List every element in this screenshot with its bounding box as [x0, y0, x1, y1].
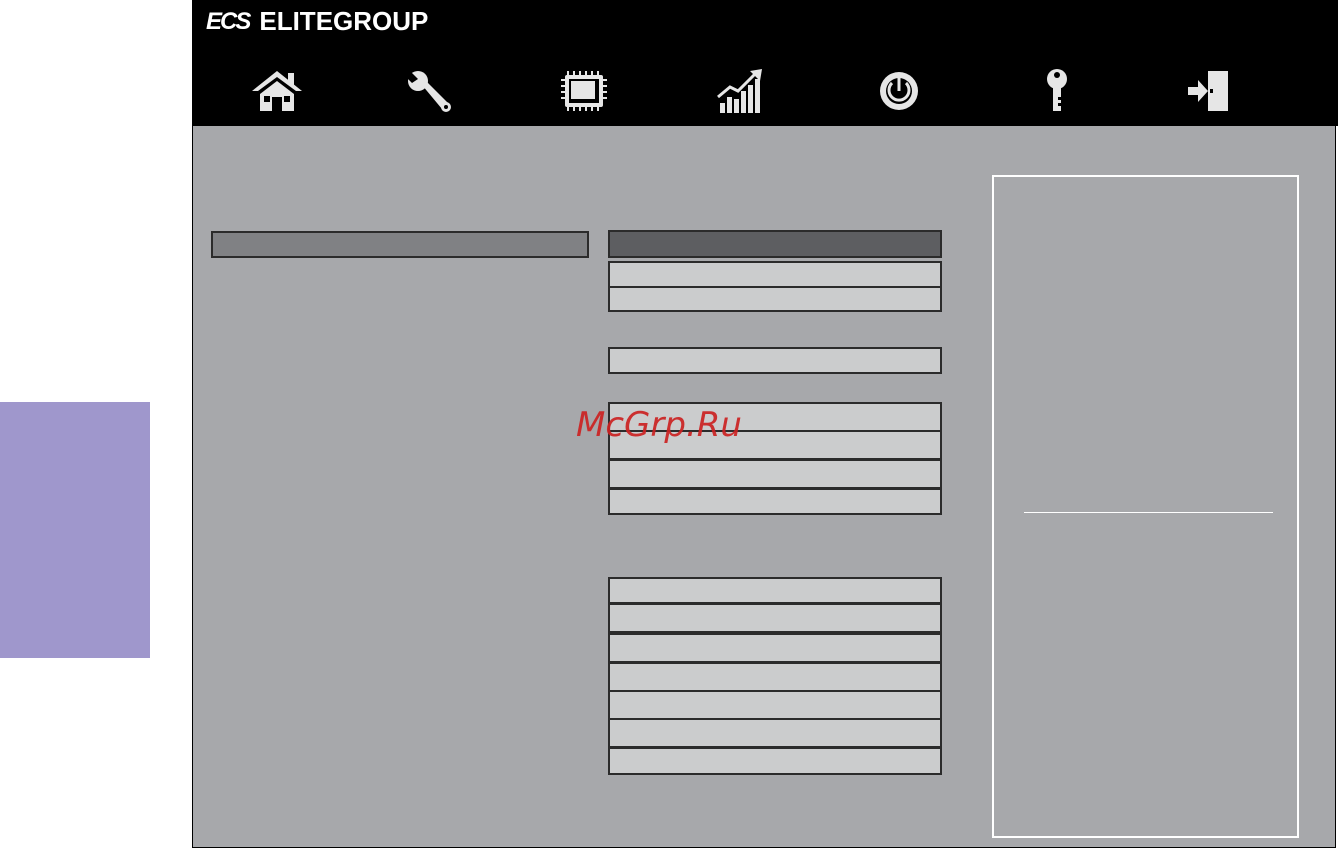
- value-field[interactable]: [608, 261, 942, 288]
- main-toolbar: [192, 58, 1338, 126]
- watermark: McGrp.Ru: [576, 405, 742, 445]
- value-field[interactable]: [608, 718, 942, 748]
- brand-name: ELITEGROUP: [259, 6, 429, 36]
- tab-performance[interactable]: [714, 66, 768, 116]
- value-field[interactable]: [608, 488, 942, 515]
- bios-window: ECS ELITEGROUP: [192, 0, 1338, 850]
- performance-chart-icon: [717, 69, 762, 113]
- help-panel: [992, 175, 1299, 838]
- value-field[interactable]: [608, 662, 942, 692]
- power-icon: [880, 72, 918, 110]
- value-field[interactable]: [608, 633, 942, 663]
- value-field[interactable]: [608, 690, 942, 720]
- wrench-icon: [406, 71, 451, 112]
- side-tab: [0, 402, 150, 658]
- content-panel: [192, 126, 1336, 848]
- value-field[interactable]: [608, 747, 942, 775]
- tab-exit[interactable]: [1182, 66, 1236, 116]
- brand-bar: ECS ELITEGROUP: [192, 0, 1338, 58]
- value-field[interactable]: [608, 459, 942, 489]
- tab-main[interactable]: [250, 66, 304, 116]
- chip-icon: [561, 71, 607, 111]
- tab-power[interactable]: [872, 66, 926, 116]
- value-field[interactable]: [608, 347, 942, 374]
- value-field[interactable]: [608, 603, 942, 633]
- value-field[interactable]: [608, 286, 942, 312]
- home-icon: [252, 71, 302, 111]
- exit-icon: [1188, 71, 1228, 111]
- value-field[interactable]: [608, 577, 942, 604]
- brand: ECS ELITEGROUP: [206, 6, 428, 37]
- ecs-logo: ECS: [206, 7, 251, 35]
- tab-advanced[interactable]: [402, 66, 456, 116]
- tab-chipset[interactable]: [557, 66, 611, 116]
- tab-security[interactable]: [1030, 66, 1084, 116]
- help-divider: [1024, 512, 1273, 513]
- key-icon: [1047, 69, 1067, 111]
- selected-item-highlight[interactable]: [211, 231, 589, 258]
- value-field-selected[interactable]: [608, 230, 942, 258]
